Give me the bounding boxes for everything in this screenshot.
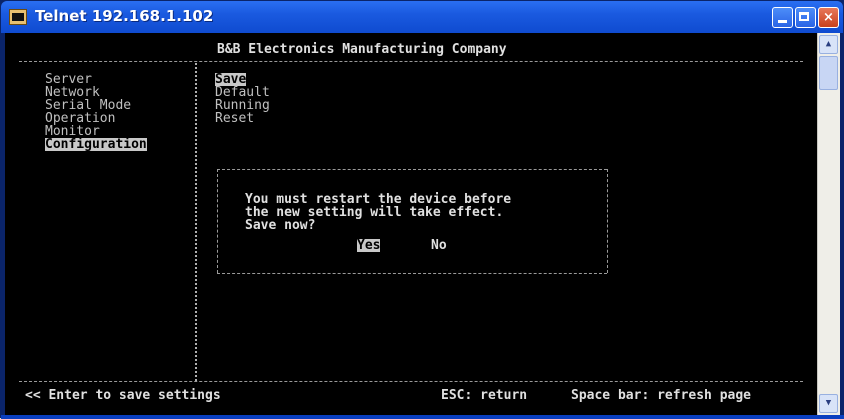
dialog-message-line3: Save now? bbox=[245, 218, 316, 233]
arrow-down-icon[interactable]: ▼ bbox=[819, 394, 838, 413]
submenu-item-reset[interactable]: Reset bbox=[215, 112, 254, 125]
footer-esc-hint: ESC: return bbox=[441, 388, 528, 403]
title-bar[interactable]: Telnet 192.168.1.102 × bbox=[1, 1, 843, 33]
terminal-console[interactable]: B&B Electronics Manufacturing Company Se… bbox=[5, 33, 817, 415]
company-header: B&B Electronics Manufacturing Company bbox=[217, 42, 507, 57]
footer-divider bbox=[19, 381, 803, 382]
window-title: Telnet 192.168.1.102 bbox=[35, 7, 214, 25]
menu-item-configuration[interactable]: Configuration bbox=[45, 138, 147, 151]
footer-refresh-hint: Space bar: refresh page bbox=[571, 388, 752, 403]
telnet-console-icon[interactable] bbox=[9, 9, 27, 25]
telnet-window: Telnet 192.168.1.102 × B&B Electronics M… bbox=[0, 0, 844, 419]
close-button[interactable]: × bbox=[818, 7, 839, 28]
menu-divider bbox=[195, 63, 197, 381]
scrollbar-thumb[interactable] bbox=[819, 56, 838, 90]
footer-save-hint: << Enter to save settings bbox=[25, 388, 221, 403]
maximize-button[interactable] bbox=[795, 7, 816, 28]
header-divider bbox=[19, 61, 803, 62]
dialog-top-border bbox=[217, 169, 607, 170]
yes-button[interactable]: Yes bbox=[357, 239, 381, 252]
dialog-bottom-border bbox=[217, 273, 607, 274]
maximize-icon bbox=[799, 12, 809, 21]
vertical-scrollbar[interactable]: ▲ ▼ bbox=[817, 33, 840, 415]
minimize-button[interactable] bbox=[772, 7, 793, 28]
window-bottom-frame bbox=[1, 415, 844, 419]
dialog-right-border bbox=[607, 169, 608, 273]
minimize-icon bbox=[778, 20, 787, 23]
arrow-up-icon[interactable]: ▲ bbox=[819, 35, 838, 54]
no-button[interactable]: No bbox=[431, 239, 447, 252]
dialog-left-border bbox=[217, 169, 218, 273]
